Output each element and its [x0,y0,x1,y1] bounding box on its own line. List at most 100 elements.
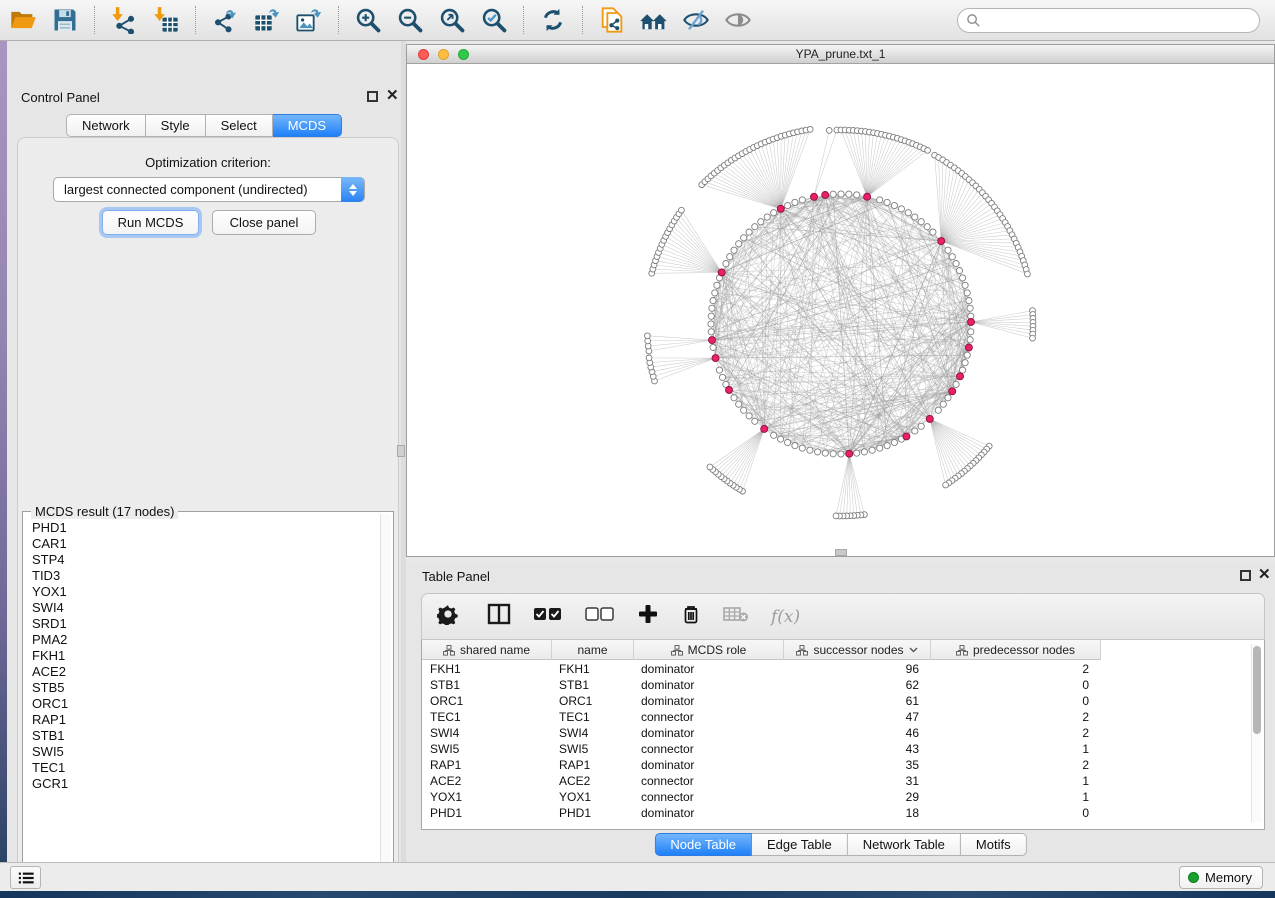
network-node[interactable] [918,423,924,429]
network-leaf-node[interactable] [833,513,839,519]
table-row[interactable]: SWI5SWI5connector431 [422,741,1250,757]
network-node[interactable] [710,298,716,304]
mcds-result-item[interactable]: TEC1 [32,760,379,776]
table-options-gear-icon[interactable] [437,603,459,630]
mcds-node[interactable] [718,269,725,276]
network-leaf-node[interactable] [646,355,652,361]
network-node[interactable] [714,282,720,288]
network-node[interactable] [731,247,737,253]
network-node[interactable] [960,275,966,281]
network-node[interactable] [838,451,844,457]
delete-table-icon[interactable] [723,605,749,628]
network-node[interactable] [956,268,962,274]
network-node[interactable] [918,219,924,225]
export-network-icon[interactable] [210,5,240,35]
show-selected-icon[interactable] [723,5,753,35]
close-panel-button[interactable]: Close panel [212,210,316,235]
tab-mcds[interactable]: MCDS [273,114,342,137]
table-scrollbar[interactable] [1251,644,1261,822]
network-node[interactable] [764,214,770,220]
zoom-out-icon[interactable] [395,5,425,35]
mcds-result-item[interactable]: SRD1 [32,616,379,632]
delete-row-icon[interactable] [681,603,701,630]
select-all-icon[interactable] [533,605,563,628]
column-header-successor-nodes[interactable]: successor nodes [784,640,931,660]
tab-style[interactable]: Style [146,114,206,137]
network-node[interactable] [807,447,813,453]
table-row[interactable]: ORC1ORC1dominator610 [422,693,1250,709]
unselect-all-icon[interactable] [585,605,615,628]
network-leaf-node[interactable] [1025,271,1031,277]
tab-motifs[interactable]: Motifs [961,833,1027,856]
network-node[interactable] [967,337,973,343]
mcds-result-item[interactable]: STB5 [32,680,379,696]
mcds-node[interactable] [712,355,719,362]
network-node[interactable] [799,445,805,451]
table-scrollbar-thumb[interactable] [1253,646,1261,734]
network-node[interactable] [912,214,918,220]
mcds-node[interactable] [864,193,871,200]
apply-function-icon[interactable]: f(x) [771,607,800,627]
network-leaf-node[interactable] [943,482,949,488]
network-node[interactable] [877,197,883,203]
mcds-result-item[interactable]: SWI4 [32,600,379,616]
network-leaf-node[interactable] [679,207,685,213]
network-node[interactable] [912,428,918,434]
network-node[interactable] [758,219,764,225]
network-node[interactable] [771,432,777,438]
mcds-node[interactable] [811,193,818,200]
mcds-node[interactable] [949,388,956,395]
mcds-node[interactable] [846,450,853,457]
network-node[interactable] [949,254,955,260]
network-node[interactable] [746,229,752,235]
refresh-view-icon[interactable] [538,5,568,35]
table-row[interactable]: FKH1FKH1dominator962 [422,661,1250,677]
network-node[interactable] [708,321,714,327]
network-node[interactable] [869,447,875,453]
network-node[interactable] [935,407,941,413]
tab-network-table[interactable]: Network Table [848,833,961,856]
network-node[interactable] [712,290,718,296]
mcds-node[interactable] [822,192,829,199]
network-node[interactable] [924,224,930,230]
table-row[interactable]: SWI4SWI4dominator462 [422,725,1250,741]
network-node[interactable] [940,401,946,407]
memory-button[interactable]: Memory [1179,866,1263,889]
clone-network-icon[interactable] [597,5,627,35]
network-leaf-node[interactable] [826,128,832,134]
export-table-icon[interactable] [252,5,282,35]
network-node[interactable] [708,313,714,319]
mcds-result-item[interactable]: YOX1 [32,584,379,600]
splitter-handle[interactable] [397,445,405,457]
mcds-result-item[interactable]: ORC1 [32,696,379,712]
network-node[interactable] [741,407,747,413]
network-node[interactable] [964,290,970,296]
import-network-icon[interactable] [109,5,139,35]
network-leaf-node[interactable] [1030,335,1036,341]
mcds-node[interactable] [903,433,910,440]
network-leaf-node[interactable] [645,333,651,339]
mcds-result-item[interactable]: SWI5 [32,744,379,760]
mcds-node[interactable] [777,205,784,212]
zoom-fit-icon[interactable] [437,5,467,35]
network-node[interactable] [964,352,970,358]
network-node[interactable] [710,344,716,350]
network-node[interactable] [799,197,805,203]
mcds-result-item[interactable]: STP4 [32,552,379,568]
zoom-selected-icon[interactable] [479,5,509,35]
network-canvas-area[interactable] [407,64,1274,556]
open-file-icon[interactable] [8,5,38,35]
mcds-result-item[interactable]: CAR1 [32,536,379,552]
float-panel-icon[interactable] [1240,570,1251,581]
run-mcds-button[interactable]: Run MCDS [102,210,199,235]
zoom-in-icon[interactable] [353,5,383,35]
mcds-result-item[interactable]: TID3 [32,568,379,584]
network-node[interactable] [966,298,972,304]
network-scroll-handle[interactable] [835,549,847,556]
network-node[interactable] [953,261,959,267]
network-node[interactable] [815,449,821,455]
tab-network[interactable]: Network [66,114,146,137]
table-row[interactable]: ACE2ACE2connector311 [422,773,1250,789]
mcds-node[interactable] [965,344,972,351]
network-node[interactable] [891,202,897,208]
